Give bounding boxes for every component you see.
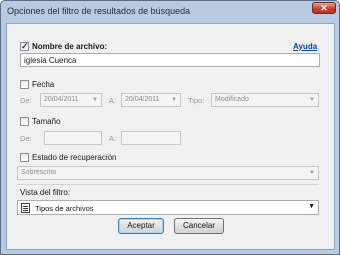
- recovery-value: Sobrescrito: [21, 169, 57, 176]
- date-from-label: De:: [20, 96, 32, 105]
- chevron-down-icon: ▼: [171, 97, 177, 103]
- date-to-value: 20/04/2011: [125, 96, 160, 103]
- date-label: Fecha: [32, 80, 55, 89]
- divider: [17, 184, 319, 185]
- chevron-down-icon: ▼: [309, 97, 315, 103]
- size-to-label: A:: [109, 134, 117, 143]
- recovery-checkbox-row[interactable]: Estado de recuperación: [20, 153, 117, 162]
- view-label: Vista del filtro:: [20, 188, 71, 197]
- filename-checkbox-row[interactable]: Nombre de archivo:: [20, 41, 108, 52]
- date-checkbox[interactable]: [20, 80, 29, 89]
- help-link[interactable]: Ayuda: [293, 42, 317, 51]
- size-label: Tamaño: [32, 117, 61, 126]
- date-type-select[interactable]: Modificado ▼: [211, 93, 319, 107]
- date-checkbox-row[interactable]: Fecha: [20, 80, 54, 89]
- cancel-button[interactable]: Cancelar: [174, 218, 224, 234]
- accept-button[interactable]: Aceptar: [118, 218, 164, 234]
- chevron-down-icon: ▼: [308, 203, 315, 210]
- size-from-label: De:: [20, 134, 32, 143]
- date-type-label: Tipo:: [188, 96, 205, 105]
- date-to-picker[interactable]: 20/04/2011 ▼: [121, 93, 181, 107]
- view-select[interactable]: Tipos de archivos ▼: [17, 200, 319, 215]
- size-to-input[interactable]: [121, 131, 181, 145]
- date-to-label: A:: [109, 96, 117, 105]
- date-type-value: Modificado: [215, 96, 249, 103]
- size-from-input[interactable]: [44, 131, 102, 145]
- document-list-icon: [21, 203, 30, 213]
- filename-input[interactable]: iglesia Cuenca: [20, 53, 320, 67]
- close-button[interactable]: ✕: [312, 2, 336, 14]
- chevron-down-icon: ▼: [309, 170, 315, 176]
- recovery-checkbox[interactable]: [20, 153, 29, 162]
- window-title: Opciones del filtro de resultados de bús…: [7, 6, 191, 16]
- filename-label: Nombre de archivo:: [32, 42, 108, 51]
- close-icon: ✕: [320, 3, 328, 13]
- size-checkbox-row[interactable]: Tamaño: [20, 117, 60, 126]
- chevron-down-icon: ▼: [92, 97, 98, 103]
- size-checkbox[interactable]: [20, 117, 29, 126]
- recovery-select[interactable]: Sobrescrito ▼: [17, 166, 319, 180]
- filename-checkbox[interactable]: [20, 41, 29, 52]
- recovery-label: Estado de recuperación: [32, 153, 117, 162]
- view-value: Tipos de archivos: [35, 204, 94, 213]
- title-bar[interactable]: Opciones del filtro de resultados de bús…: [1, 1, 339, 23]
- search-filter-dialog: Opciones del filtro de resultados de bús…: [0, 0, 340, 255]
- date-from-value: 20/04/2011: [44, 96, 79, 103]
- date-from-picker[interactable]: 20/04/2011 ▼: [40, 93, 102, 107]
